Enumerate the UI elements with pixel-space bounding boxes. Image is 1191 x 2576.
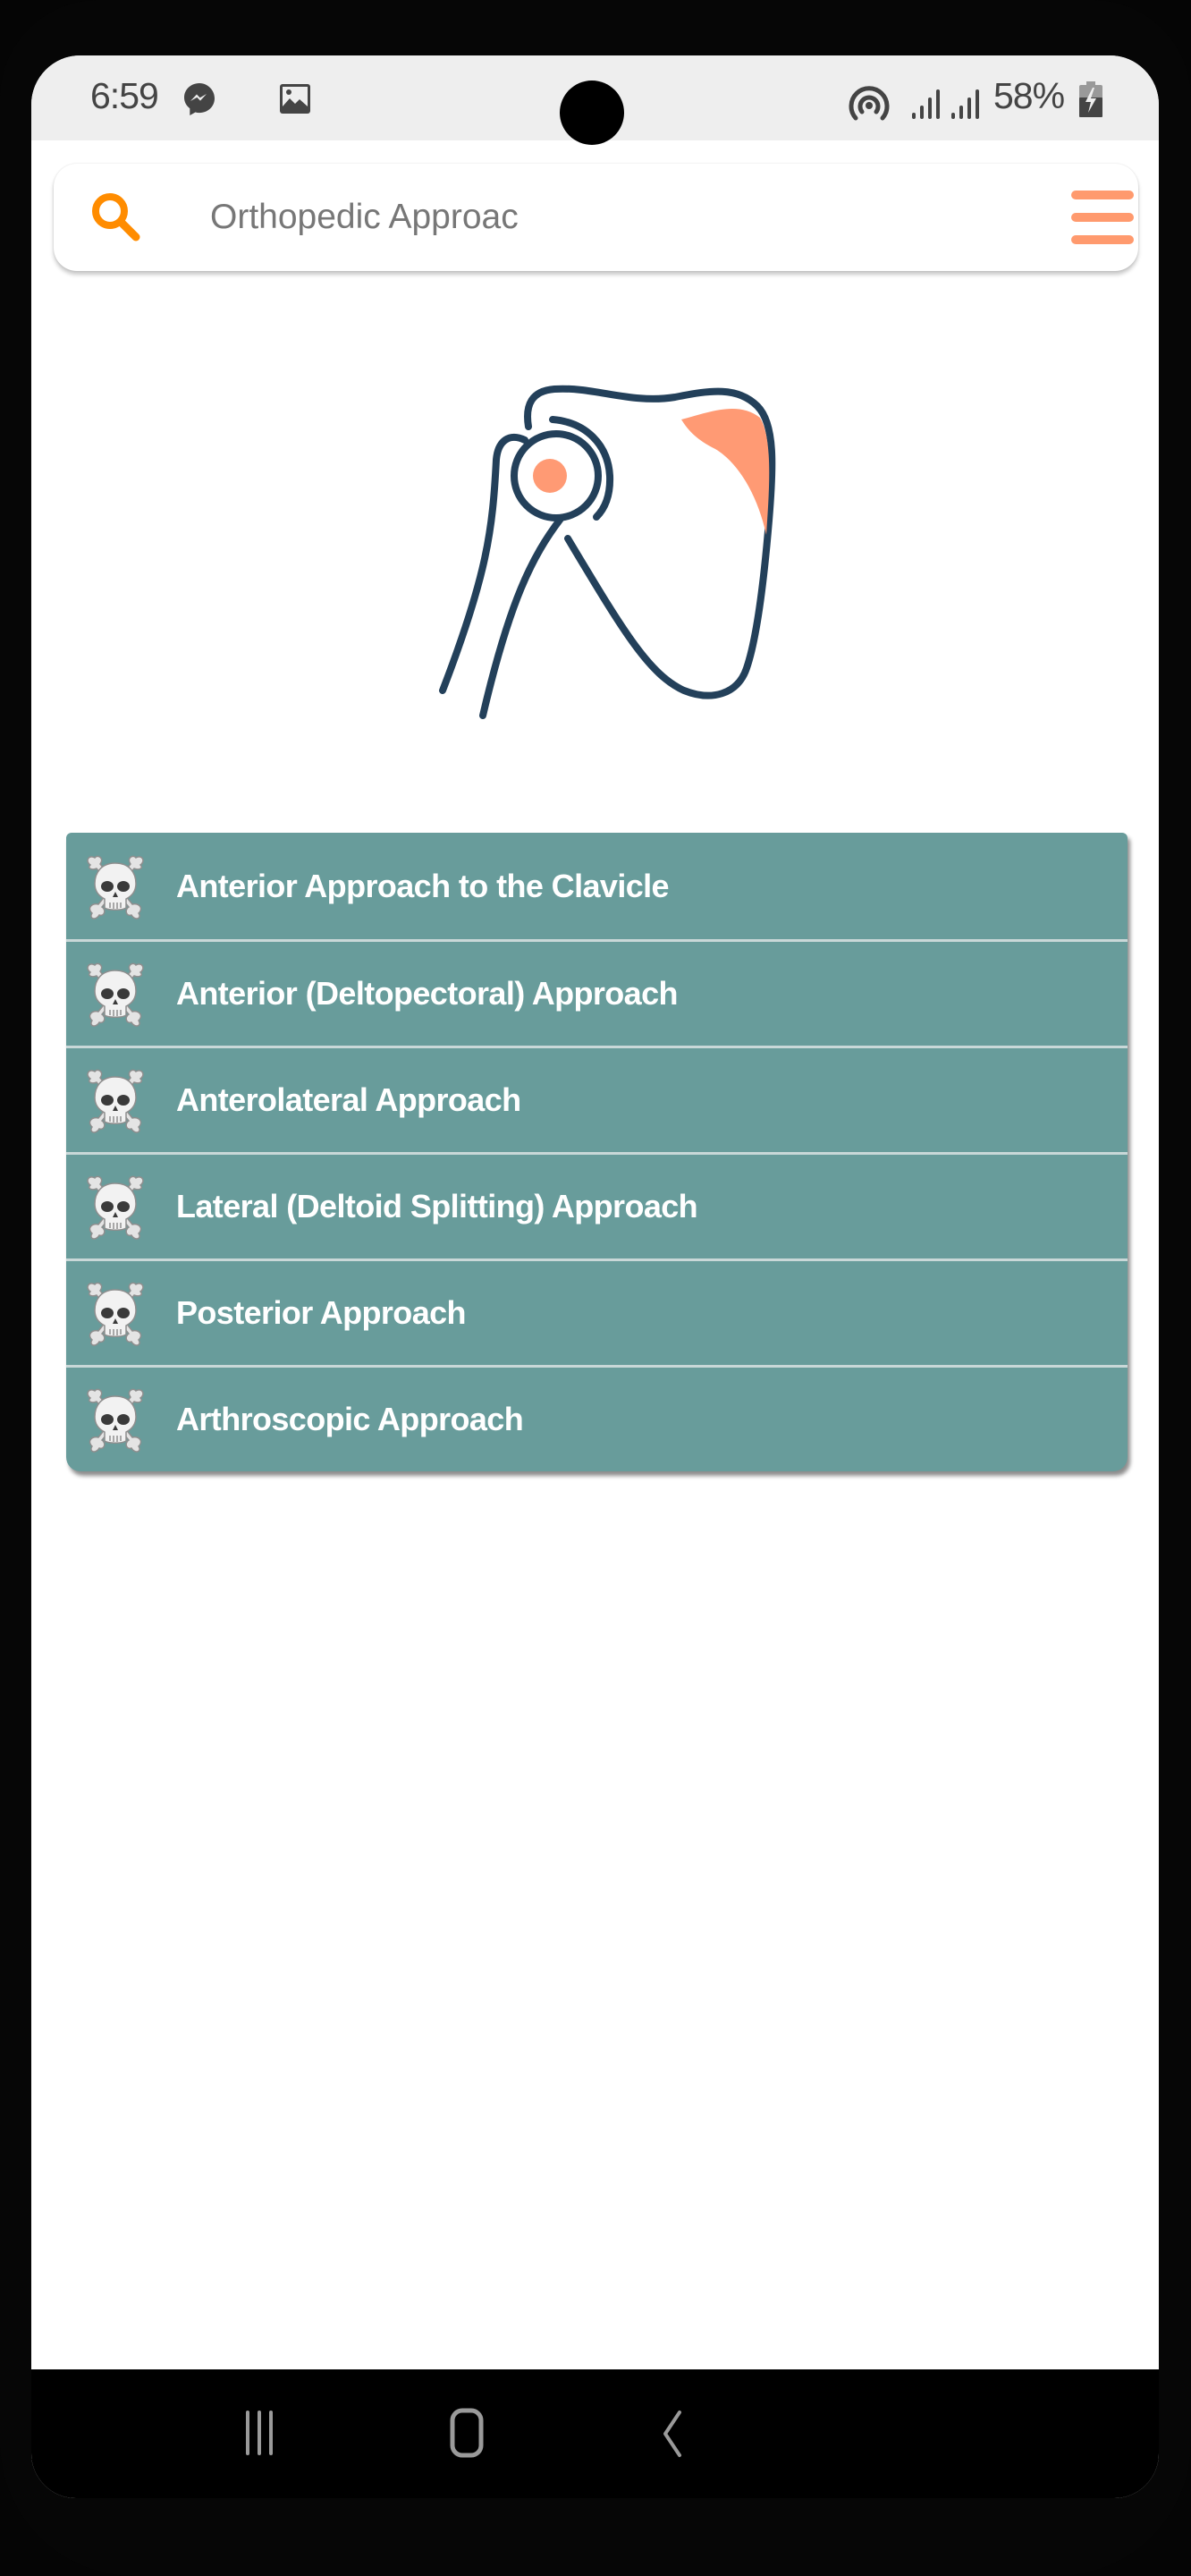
system-nav-bar [31,2369,1159,2498]
approach-item-lateral[interactable]: Lateral (Deltoid Splitting) Approach [66,1152,1128,1258]
approach-item-arthroscopic[interactable]: Arthroscopic Approach [66,1365,1128,1471]
phone-frame: 6:59 58% Orthopedic Approac Anterior App… [0,0,1191,2576]
approach-item-label: Lateral (Deltoid Splitting) Approach [176,1188,698,1224]
recent-apps-button[interactable] [244,2409,275,2457]
approach-item-deltopectoral[interactable]: Anterior (Deltopectoral) Approach [66,939,1128,1046]
skull-crossbones-icon [81,1173,149,1241]
approach-item-label: Anterior Approach to the Clavicle [176,867,670,904]
hotspot-icon [849,86,890,121]
approach-item-label: Anterolateral Approach [176,1081,521,1118]
search-bar [54,164,1138,271]
approach-item-anterior-clavicle[interactable]: Anterior Approach to the Clavicle [66,833,1128,939]
skull-crossbones-icon [81,1279,149,1347]
screen: 6:59 58% Orthopedic Approac Anterior App… [31,55,1159,2498]
skull-crossbones-icon [81,852,149,920]
skull-crossbones-icon [81,960,149,1028]
approach-item-posterior[interactable]: Posterior Approach [66,1258,1128,1365]
menu-button[interactable] [1069,191,1136,244]
approach-list: Anterior Approach to the Clavicle Anteri… [66,833,1128,1471]
search-icon[interactable] [88,189,145,246]
front-camera [560,80,624,145]
gallery-icon [280,84,310,114]
approach-item-label: Arthroscopic Approach [176,1401,524,1437]
skull-crossbones-icon [81,1385,149,1453]
hamburger-line [1071,235,1134,244]
status-time: 6:59 [90,75,159,116]
signal-icon [951,89,979,119]
skull-crossbones-icon [81,1066,149,1134]
shoulder-joint-icon [439,385,776,719]
messenger-icon [184,83,215,115]
hamburger-line [1071,191,1134,199]
status-bar: 6:59 58% [31,55,1159,145]
hamburger-line [1071,213,1134,222]
battery-charging-icon [1079,81,1102,117]
approach-item-label: Posterior Approach [176,1294,467,1331]
back-button[interactable] [660,2409,685,2459]
search-input[interactable] [210,182,1015,253]
home-button[interactable] [449,2407,485,2459]
battery-percent: 58% [993,75,1065,116]
signal-icon [912,89,940,119]
approach-item-label: Anterior (Deltopectoral) Approach [176,975,679,1012]
approach-item-anterolateral[interactable]: Anterolateral Approach [66,1046,1128,1152]
